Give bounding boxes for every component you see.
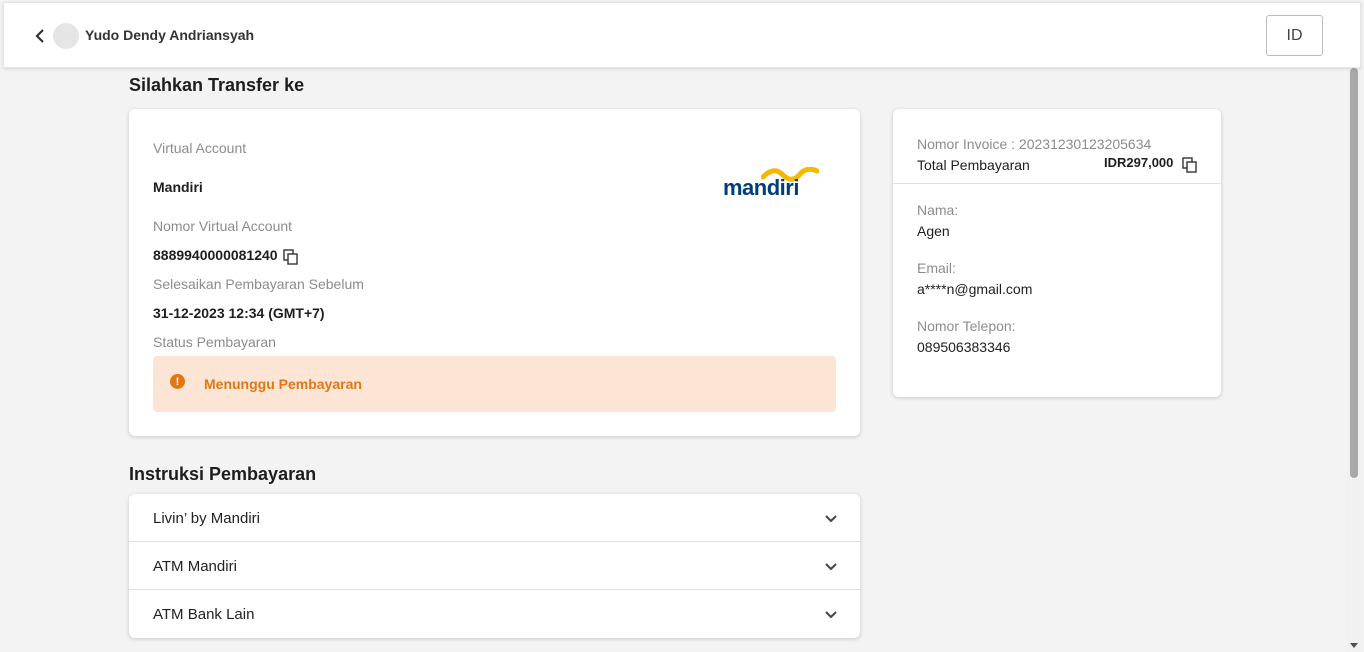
instructions-section-title: Instruksi Pembayaran: [129, 464, 317, 484]
mandiri-logo-text: mandiri: [723, 175, 799, 200]
chevron-down-icon: [825, 563, 837, 571]
status-badge: ! Menunggu Pembayaran: [153, 356, 836, 412]
top-header: Yudo Dendy Andriansyah ID: [3, 2, 1361, 68]
accordion-item-livin[interactable]: Livin’ by Mandiri: [129, 494, 860, 542]
email-value: a****n@gmail.com: [917, 281, 1033, 297]
accordion-label: ATM Mandiri: [153, 558, 237, 575]
name-label: Nama:: [917, 202, 959, 218]
accordion-label: Livin’ by Mandiri: [153, 510, 260, 527]
user-name: Yudo Dendy Andriansyah: [85, 27, 255, 43]
scroll-down-arrow-icon[interactable]: [1350, 643, 1358, 648]
bank-name: Mandiri: [153, 179, 203, 195]
status-label: Status Pembayaran: [153, 334, 276, 350]
chevron-down-icon: [825, 515, 837, 523]
chevron-down-icon: [825, 611, 837, 619]
accordion-item-atm-mandiri[interactable]: ATM Mandiri: [129, 542, 860, 590]
transfer-section-title: Silahkan Transfer ke: [129, 75, 305, 95]
scrollbar-thumb[interactable]: [1350, 68, 1358, 478]
va-number: 8889940000081240: [153, 247, 278, 263]
accordion-item-atm-bank-lain[interactable]: ATM Bank Lain: [129, 590, 860, 638]
deadline-value: 31-12-2023 12:34 (GMT+7): [153, 305, 325, 321]
phone-label: Nomor Telepon:: [917, 318, 1016, 334]
invoice-card: Nomor Invoice : 20231230123205634 Total …: [893, 109, 1221, 397]
mandiri-logo: mandiri: [723, 167, 819, 203]
email-label: Email:: [917, 260, 956, 276]
instructions-accordion: Livin’ by Mandiri ATM Mandiri ATM Bank L…: [129, 494, 860, 638]
back-button[interactable]: [31, 26, 49, 46]
chevron-left-icon: [35, 29, 44, 43]
warning-icon: !: [170, 374, 185, 389]
page-scrollbar[interactable]: [1347, 68, 1361, 652]
phone-value: 089506383346: [917, 339, 1011, 355]
va-number-label: Nomor Virtual Account: [153, 218, 293, 234]
virtual-account-card: Virtual Account Mandiri mandiri Nomor Vi…: [129, 109, 860, 436]
language-button[interactable]: ID: [1266, 15, 1323, 56]
copy-va-number-icon[interactable]: [283, 249, 299, 265]
total-label: Total Pembayaran: [917, 157, 1030, 173]
deadline-label: Selesaikan Pembayaran Sebelum: [153, 276, 364, 292]
payment-method-label: Virtual Account: [153, 140, 247, 156]
status-text: Menunggu Pembayaran: [204, 376, 362, 392]
accordion-label: ATM Bank Lain: [153, 606, 255, 623]
name-value: Agen: [917, 223, 950, 239]
avatar: [53, 23, 79, 49]
copy-total-icon[interactable]: [1182, 157, 1198, 173]
total-value: IDR297,000: [1104, 155, 1174, 170]
invoice-number: Nomor Invoice : 20231230123205634: [917, 136, 1152, 152]
invoice-divider: [893, 183, 1221, 184]
